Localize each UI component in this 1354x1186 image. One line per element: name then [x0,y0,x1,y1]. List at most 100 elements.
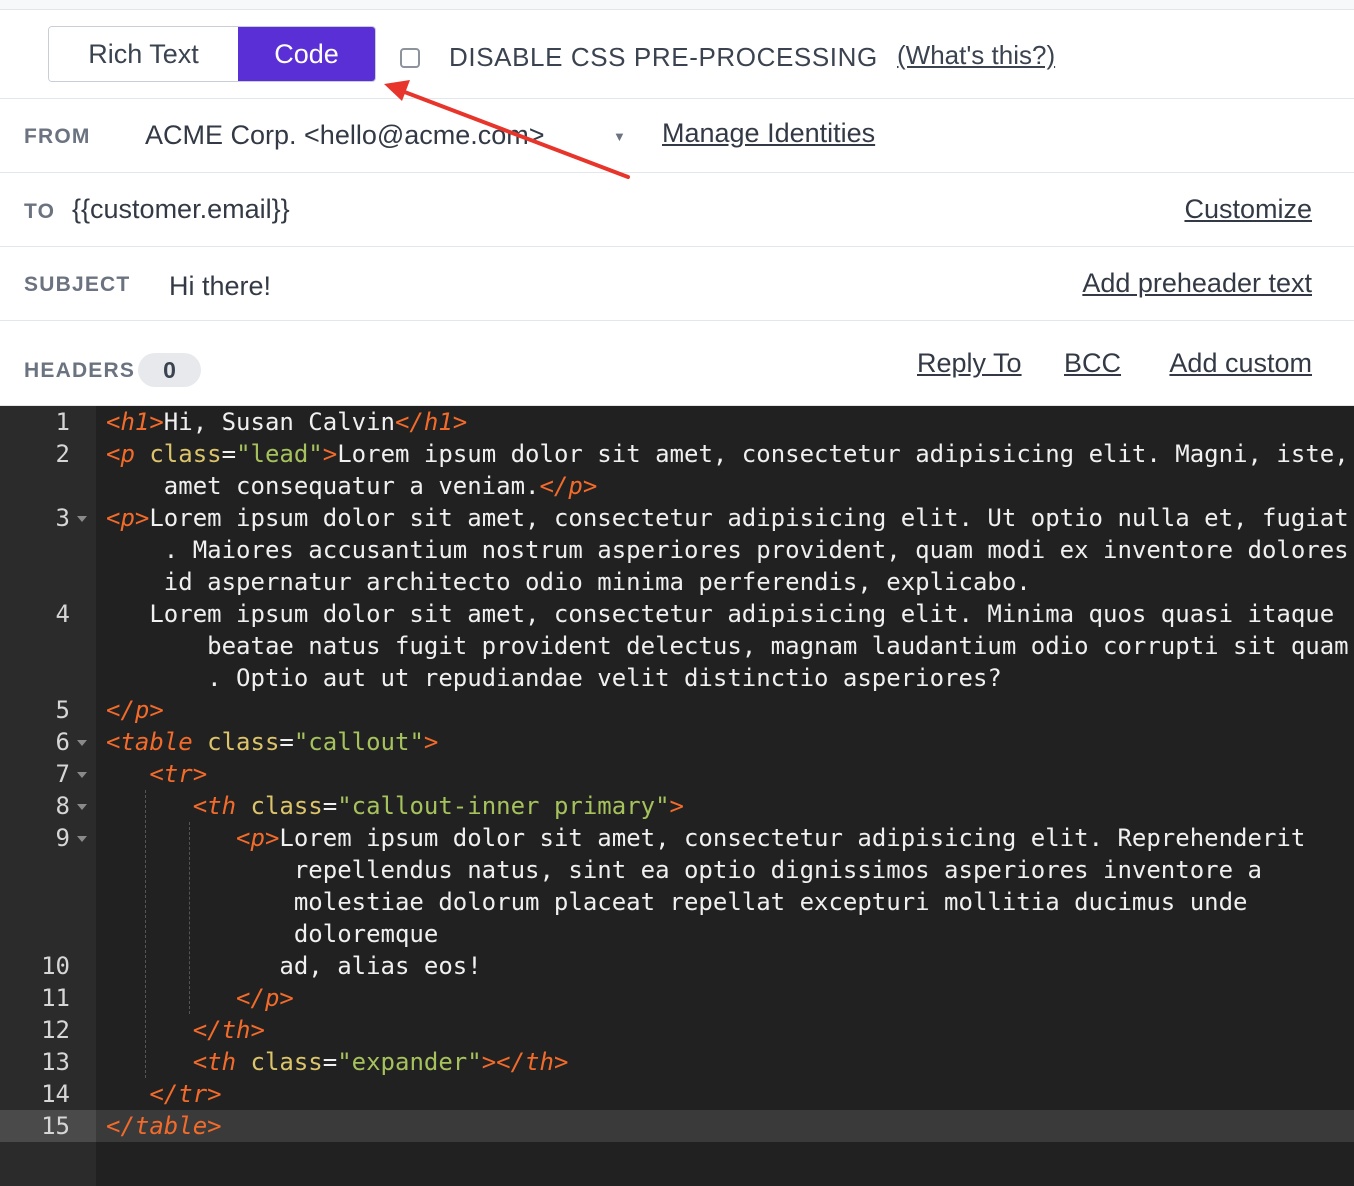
editor-mode-toggle: Rich Text Code [48,26,376,82]
top-border [0,0,1354,10]
subject-label: SUBJECT [24,273,131,296]
line-number: 10 [41,952,70,980]
customize-link[interactable]: Customize [1184,194,1312,225]
line-number: 13 [41,1048,70,1076]
code-token-tag: <p> [106,504,150,532]
code-token-attr: class [149,440,222,468]
code-line: <table class="callout"> [106,726,438,758]
code-line: </p> [106,694,164,726]
disable-css-checkbox[interactable] [400,48,420,68]
code-token-tag: <th [192,1048,251,1076]
code-line: <p>Lorem ipsum dolor sit amet, consectet… [106,822,1305,854]
code-line: </p> [106,982,294,1014]
code-line: id aspernatur architecto odio minima per… [106,566,1031,598]
code-token-tag: </tr> [149,1080,222,1108]
code-line: </tr> [106,1078,222,1110]
code-token-text: . Maiores accusantium nostrum asperiores… [106,536,1349,564]
code-token-str: "lead" [236,440,323,468]
fold-toggle-icon[interactable] [77,740,87,746]
code-token-text: Lorem ipsum dolor sit amet, consectetur … [337,440,1349,468]
headers-count-badge: 0 [138,353,201,387]
code-token-str: "callout-inner primary" [337,792,670,820]
line-number: 14 [41,1080,70,1108]
code-line: ad, alias eos! [106,950,481,982]
code-line: </table> [106,1110,222,1142]
manage-identities-link[interactable]: Manage Identities [662,118,875,149]
line-number: 4 [55,600,70,628]
code-token-tag: <p> [236,824,280,852]
line-number: 6 [55,728,70,756]
line-number: 3 [55,504,70,532]
line-number: 5 [55,696,70,724]
code-line: <p>Lorem ipsum dolor sit amet, consectet… [106,502,1349,534]
editor-toolbar: Rich Text Code DISABLE CSS PRE-PROCESSIN… [0,10,1354,99]
code-token-str: "expander" [337,1048,482,1076]
line-number: 11 [41,984,70,1012]
to-field[interactable]: {{customer.email}} [72,194,290,225]
code-token-tag: > [423,728,439,756]
code-token-tag: </h1> [394,408,468,436]
to-row: TO {{customer.email}} Customize [0,173,1354,247]
code-token-tag: <th [192,792,251,820]
from-row: FROM ACME Corp. <hello@acme.com> ▼ Manag… [0,99,1354,173]
rich-text-button[interactable]: Rich Text [49,27,238,81]
code-button[interactable]: Code [238,27,375,81]
chevron-down-icon[interactable]: ▼ [613,129,626,144]
code-line: Lorem ipsum dolor sit amet, consectetur … [106,598,1334,630]
code-line: repellendus natus, sint ea optio digniss… [106,854,1262,886]
line-number: 8 [55,792,70,820]
code-line: <p class="lead">Lorem ipsum dolor sit am… [106,438,1349,470]
add-preheader-link[interactable]: Add preheader text [1082,268,1312,299]
code-line: doloremque [106,918,439,950]
code-token-attr: class [207,728,280,756]
code-line: <th class="expander"></th> [106,1046,569,1078]
code-token-text: Lorem ipsum dolor sit amet, consectetur … [149,504,1349,532]
whats-this-link[interactable]: (What's this?) [897,40,1055,71]
fold-toggle-icon[interactable] [77,804,87,810]
subject-field[interactable]: Hi there! [169,271,271,302]
code-token-text: repellendus natus, sint ea optio digniss… [106,856,1262,884]
code-editor[interactable]: 1 2 3 4 5 6 7 8 9 10 11 12 13 14 15 <h1>Hi, Susan Calv… [0,406,1354,1186]
code-line: </th> [106,1014,265,1046]
code-token-text: molestiae dolorum placeat repellat excep… [106,888,1248,916]
line-number: 9 [55,824,70,852]
code-token-tag: <tr> [149,760,208,788]
code-token-tag: > [322,440,338,468]
code-token-tag: <table [106,728,208,756]
from-label: FROM [24,125,91,148]
code-line: molestiae dolorum placeat repellat excep… [106,886,1248,918]
code-token-text: . Optio aut ut repudiandae velit distinc… [106,664,1002,692]
line-number: 7 [55,760,70,788]
line-number: 2 [55,440,70,468]
fold-toggle-icon[interactable] [77,836,87,842]
code-token-tag: <h1> [106,408,164,436]
line-number: 15 [41,1112,70,1140]
code-token-tag: </p> [106,696,164,724]
from-select[interactable]: ACME Corp. <hello@acme.com> [145,120,545,151]
code-line: <h1>Hi, Susan Calvin</h1> [106,406,467,438]
code-line: . Maiores accusantium nostrum asperiores… [106,534,1349,566]
disable-css-label: DISABLE CSS PRE-PROCESSING [449,42,878,72]
fold-toggle-icon[interactable] [77,516,87,522]
reply-to-link[interactable]: Reply To [917,348,1022,379]
code-token-tag: <p [106,440,150,468]
to-label: TO [24,200,56,223]
bcc-link[interactable]: BCC [1064,348,1121,379]
code-token-text: Lorem ipsum dolor sit amet, consectetur … [279,824,1306,852]
line-number: 1 [55,408,70,436]
code-token-text: id aspernatur architecto odio minima per… [106,568,1031,596]
code-line: beatae natus fugit provident delectus, m… [106,630,1349,662]
code-token-text: Lorem ipsum dolor sit amet, consectetur … [106,600,1335,628]
code-token-tag: </p> [539,472,598,500]
code-token-tag: </table> [106,1112,222,1140]
add-custom-link[interactable]: Add custom [1169,348,1312,379]
code-token-tag: > [669,792,684,820]
code-token-attr: class [250,792,323,820]
fold-toggle-icon[interactable] [77,772,87,778]
